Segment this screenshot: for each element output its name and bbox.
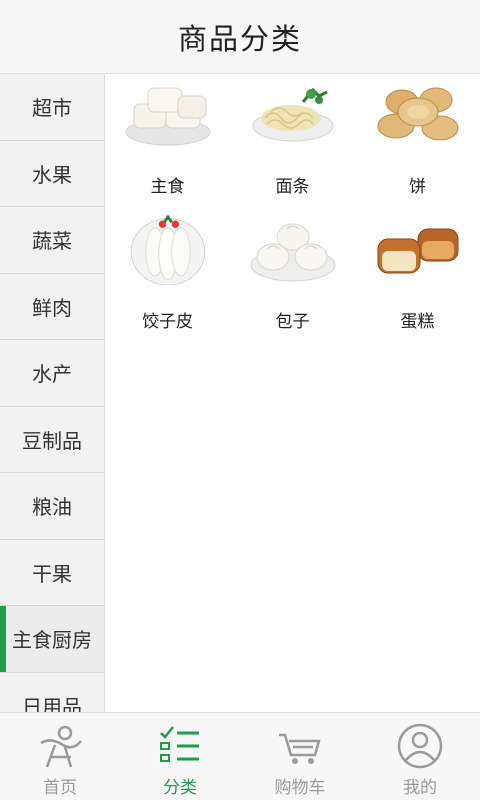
product-label: 饺子皮 (142, 312, 193, 332)
sidebar-item-grain-oil[interactable]: 粮油 (0, 473, 104, 540)
product-label: 饼 (409, 177, 426, 197)
sidebar-item-soy-products[interactable]: 豆制品 (0, 407, 104, 473)
tab-label: 我的 (403, 778, 437, 798)
sidebar-item-label: 豆制品 (22, 428, 82, 453)
profile-icon (397, 723, 443, 769)
sidebar-item-dried-fruit[interactable]: 干果 (0, 540, 104, 606)
product-item-dumpling-wrapper[interactable]: 饺子皮 (105, 213, 230, 348)
product-label: 蛋糕 (400, 312, 435, 332)
tab-profile[interactable]: 我的 (360, 713, 480, 800)
tab-label: 购物车 (274, 778, 326, 798)
noodles-icon (252, 87, 333, 142)
sidebar-item-daily-goods[interactable]: 日用品 (0, 673, 104, 712)
category-sidebar: 超市 水果 蔬菜 鲜肉 水产 豆制品 粮油 干果 主食厨房 日用品 (0, 74, 105, 712)
sidebar-item-staple-kitchen[interactable]: 主食厨房 (0, 606, 104, 673)
steamed-bun-icon (125, 87, 210, 146)
home-person-icon (40, 725, 82, 768)
product-label: 包子 (275, 312, 310, 332)
app-header: 商品分类 (0, 0, 480, 74)
product-item-staple[interactable]: 主食 (105, 78, 230, 213)
tab-label: 分类 (163, 778, 197, 798)
sidebar-item-supermarket[interactable]: 超市 (0, 74, 104, 141)
dumpling-wrapper-icon (130, 215, 205, 285)
sidebar-item-label: 超市 (32, 96, 72, 121)
bottom-tab-bar: 首页 分类 购物车 我的 (0, 712, 480, 800)
category-list-icon (160, 726, 199, 762)
product-grid-area: 主食 面条 饼 饺子皮 包子 蛋糕 (105, 74, 480, 712)
sidebar-item-label: 干果 (32, 561, 72, 586)
tab-home[interactable]: 首页 (0, 713, 120, 800)
pancake-icon (377, 87, 458, 141)
sidebar-item-label: 鲜肉 (32, 295, 72, 320)
sidebar-item-label: 蔬菜 (32, 229, 72, 254)
product-item-baozi[interactable]: 包子 (230, 213, 355, 348)
sidebar-item-vegetables[interactable]: 蔬菜 (0, 207, 104, 274)
product-item-pancake[interactable]: 饼 (355, 78, 480, 213)
tab-cart[interactable]: 购物车 (240, 713, 360, 800)
cake-icon (377, 228, 458, 274)
sidebar-item-label: 粮油 (32, 495, 72, 520)
sidebar-item-label: 水果 (32, 162, 72, 187)
tab-label: 首页 (43, 778, 77, 798)
sidebar-item-label: 主食厨房 (12, 628, 92, 653)
sidebar-item-label: 水产 (32, 362, 72, 387)
sidebar-item-label: 日用品 (22, 694, 82, 712)
sidebar-item-fresh-meat[interactable]: 鲜肉 (0, 274, 104, 340)
product-grid: 主食 面条 饼 饺子皮 包子 蛋糕 (105, 74, 480, 348)
product-item-noodles[interactable]: 面条 (230, 78, 355, 213)
tab-category[interactable]: 分类 (120, 713, 240, 800)
product-label: 面条 (275, 177, 310, 197)
sidebar-item-fruit[interactable]: 水果 (0, 141, 104, 207)
product-item-cake[interactable]: 蛋糕 (355, 213, 480, 348)
cart-icon (279, 733, 321, 764)
product-label: 主食 (150, 177, 185, 197)
sidebar-item-seafood[interactable]: 水产 (0, 340, 104, 407)
baozi-icon (250, 223, 335, 282)
page-title: 商品分类 (177, 21, 302, 56)
